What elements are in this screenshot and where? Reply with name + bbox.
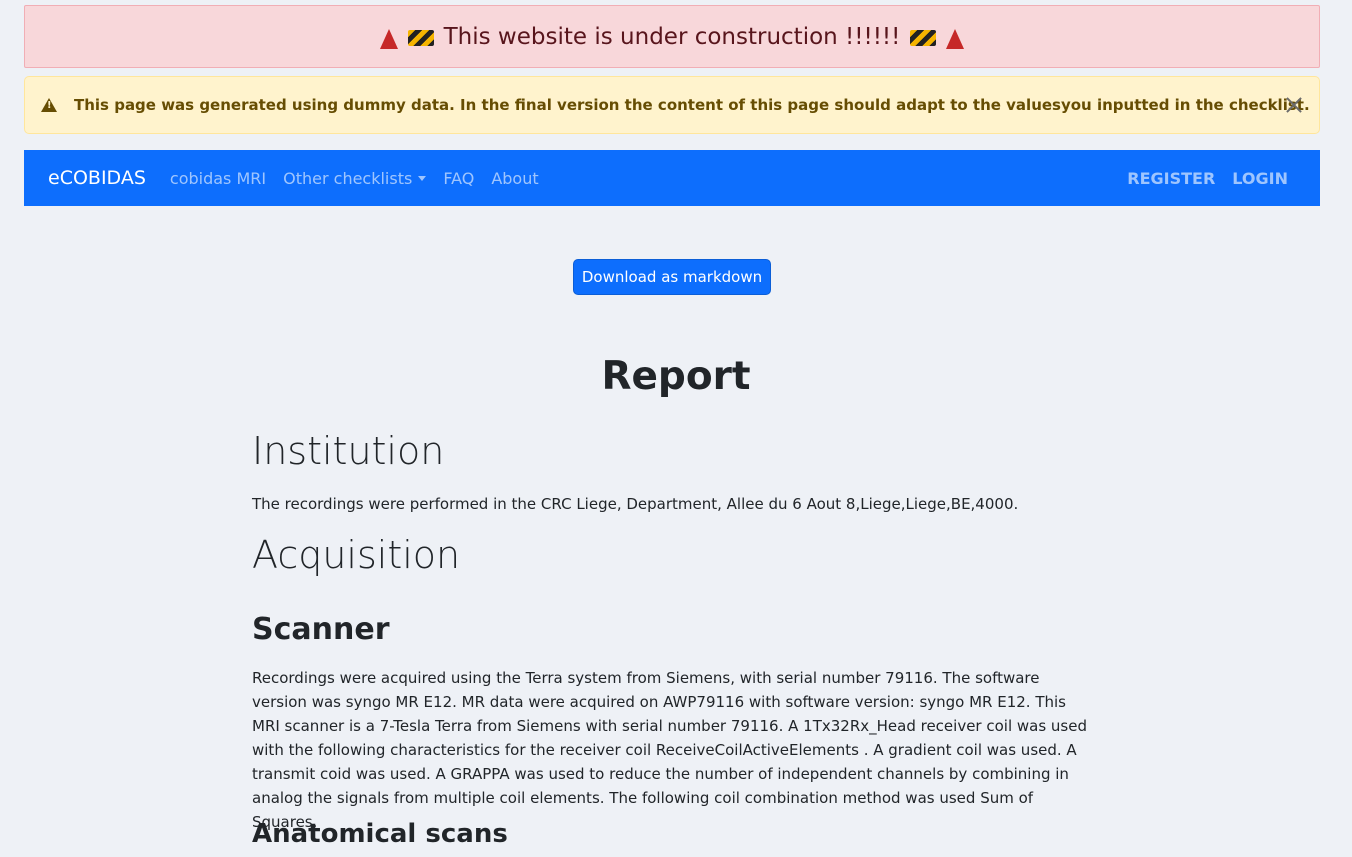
caret-down-icon (418, 175, 427, 181)
nav-link-faq[interactable]: FAQ (443, 169, 474, 188)
construction-banner: This website is under construction !!!!!… (24, 5, 1320, 68)
nav-dropdown-other-checklists[interactable]: Other checklists (283, 168, 427, 188)
traffic-cone-icon (946, 28, 965, 49)
nav-dropdown-label: Other checklists (283, 168, 413, 188)
dummy-data-alert: This page was generated using dummy data… (24, 76, 1320, 134)
institution-text: The recordings were performed in the CRC… (252, 495, 1019, 513)
warning-icon (41, 98, 57, 112)
close-icon[interactable] (1283, 94, 1305, 116)
construction-barrier-icon (407, 29, 434, 46)
login-link[interactable]: LOGIN (1232, 169, 1288, 188)
nav-link-cobidas-mri[interactable]: cobidas MRI (170, 169, 266, 188)
register-link[interactable]: REGISTER (1127, 169, 1215, 188)
traffic-cone-icon (379, 28, 398, 49)
institution-heading: Institution (252, 429, 445, 473)
nav-link-about[interactable]: About (491, 169, 538, 188)
anatomical-scans-heading: Anatomical scans (252, 819, 508, 849)
alert-message: This page was generated using dummy data… (74, 96, 1310, 114)
download-markdown-button[interactable]: Download as markdown (573, 259, 771, 295)
navbar: eCOBIDAS cobidas MRI Other checklists FA… (24, 150, 1320, 206)
acquisition-heading: Acquisition (252, 533, 461, 577)
nav-auth-links: REGISTER LOGIN (1110, 169, 1320, 188)
brand-link[interactable]: eCOBIDAS (48, 167, 146, 189)
report-title: Report (601, 354, 751, 399)
construction-barrier-icon (910, 29, 937, 46)
construction-text: This website is under construction !!!!!… (443, 23, 901, 50)
scanner-heading: Scanner (252, 612, 390, 647)
scanner-text: Recordings were acquired using the Terra… (252, 669, 1087, 831)
